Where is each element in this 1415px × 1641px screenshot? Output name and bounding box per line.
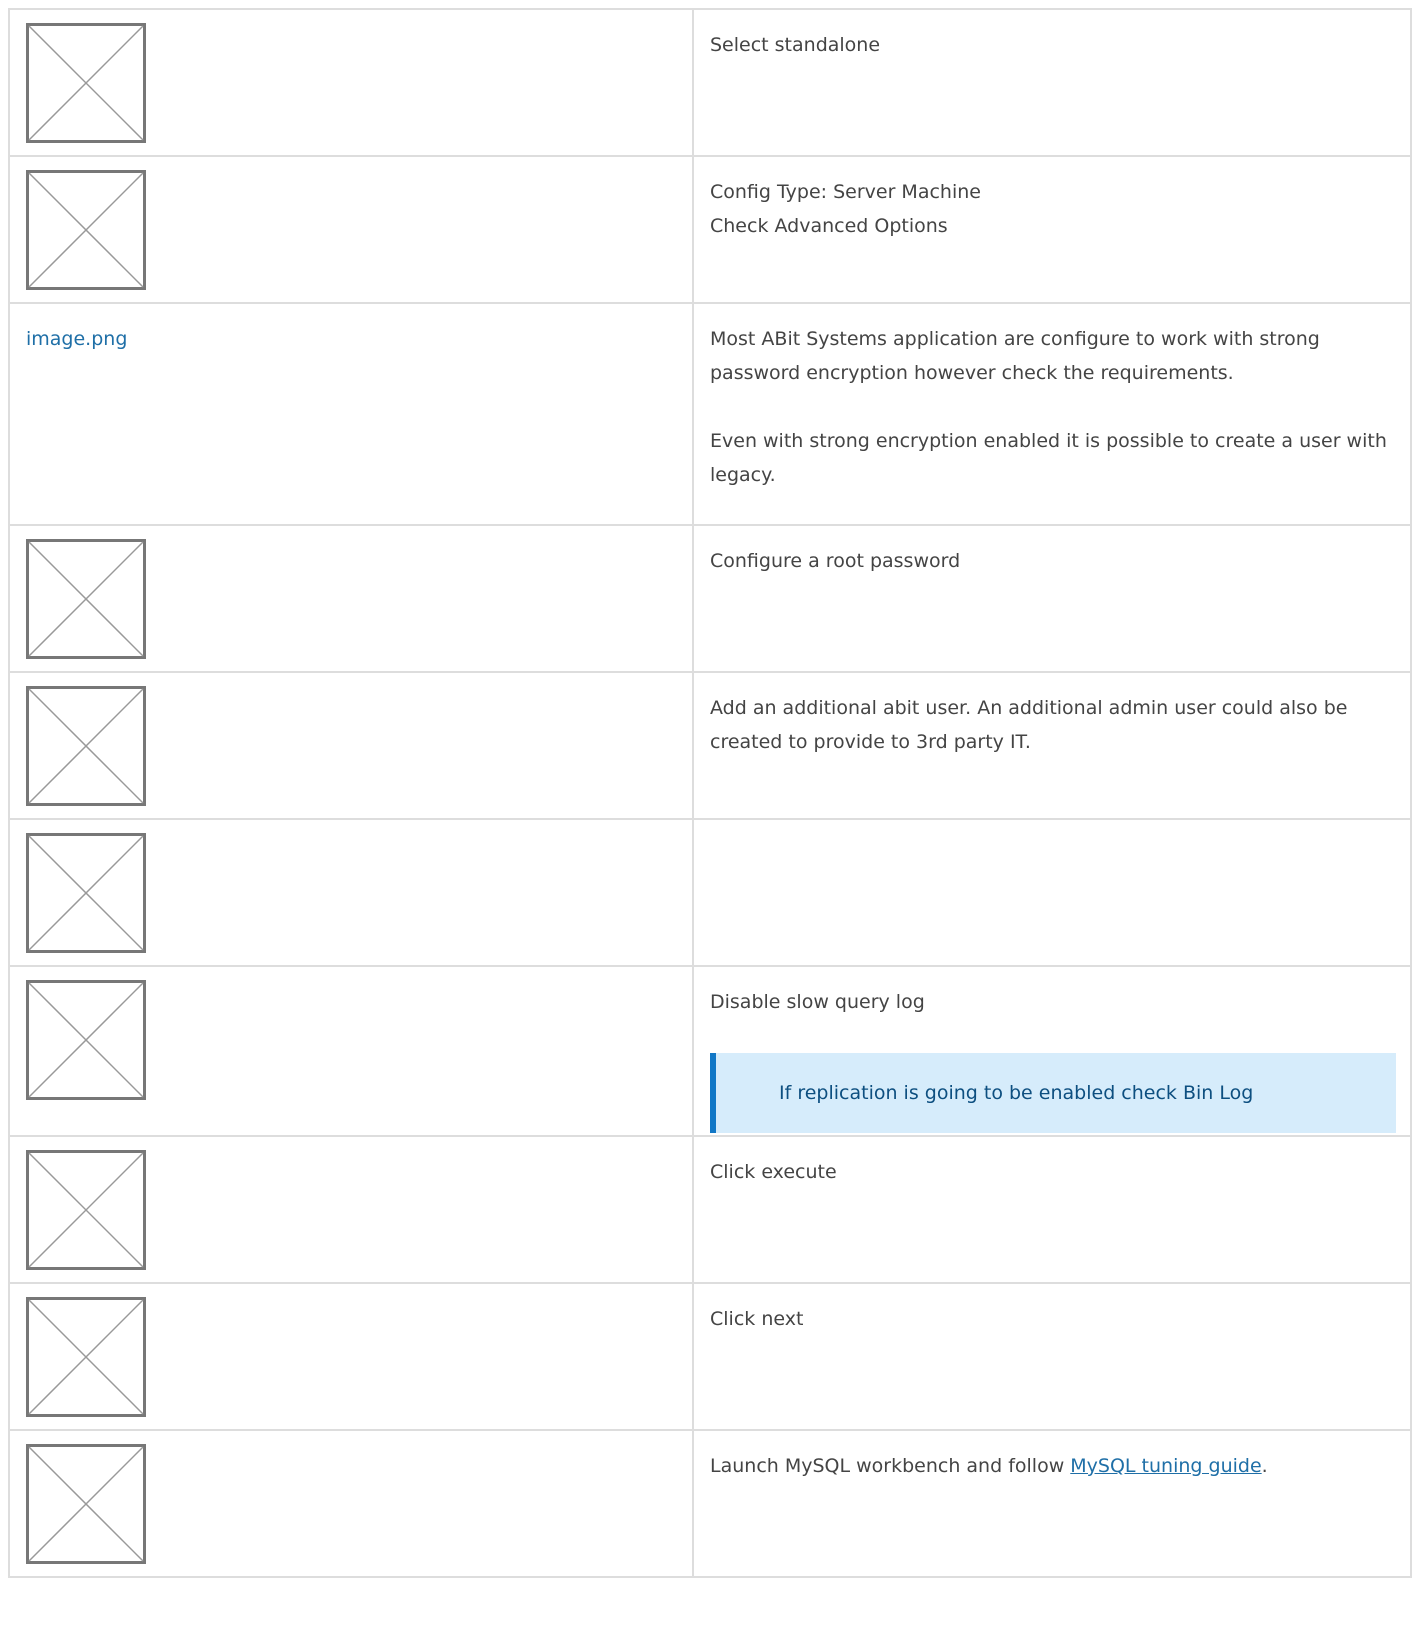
screenshot-cell bbox=[8, 671, 694, 820]
screenshot-cell: image.png bbox=[8, 302, 694, 526]
instruction-text: Check Advanced Options bbox=[710, 215, 948, 237]
instruction-cell: Select standalone bbox=[692, 8, 1412, 157]
instruction-cell: Click next bbox=[692, 1282, 1412, 1431]
instruction-text: Click next bbox=[710, 1308, 804, 1330]
broken-image-icon bbox=[26, 833, 146, 953]
page: Select standalone Config Type: Server Ma… bbox=[0, 0, 1415, 1641]
info-panel: If replication is going to be enabled ch… bbox=[710, 1053, 1396, 1133]
broken-image-icon bbox=[26, 686, 146, 806]
broken-image-icon bbox=[26, 1444, 146, 1564]
instruction-cell: Click execute bbox=[692, 1135, 1412, 1284]
table-row: Add an additional abit user. An addition… bbox=[8, 671, 1412, 820]
table-row bbox=[8, 818, 1412, 967]
instruction-text: Configure a root password bbox=[710, 550, 961, 572]
instruction-cell: Most ABit Systems application are config… bbox=[692, 302, 1412, 526]
instruction-cell bbox=[692, 818, 1412, 967]
broken-image-icon bbox=[26, 1150, 146, 1270]
instruction-text: Launch MySQL workbench and follow MySQL … bbox=[710, 1449, 1396, 1483]
broken-image-icon bbox=[26, 980, 146, 1100]
instruction-text: Add an additional abit user. An addition… bbox=[710, 697, 1348, 753]
instruction-text: Config Type: Server Machine bbox=[710, 181, 981, 203]
screenshot-cell bbox=[8, 1282, 694, 1431]
mysql-tuning-guide-link[interactable]: MySQL tuning guide bbox=[1070, 1455, 1261, 1477]
instruction-paragraph: Even with strong encryption enabled it i… bbox=[710, 430, 1387, 486]
instruction-cell: Disable slow query log If replication is… bbox=[692, 965, 1412, 1137]
image-file-link[interactable]: image.png bbox=[26, 322, 127, 356]
screenshot-cell bbox=[8, 1135, 694, 1284]
broken-image-icon bbox=[26, 539, 146, 659]
instruction-text: Disable slow query log bbox=[710, 991, 925, 1013]
broken-image-icon bbox=[26, 23, 146, 143]
table-row: Config Type: Server Machine Check Advanc… bbox=[8, 155, 1412, 304]
screenshot-cell bbox=[8, 524, 694, 673]
info-panel-text: If replication is going to be enabled ch… bbox=[779, 1082, 1254, 1104]
screenshot-cell bbox=[8, 818, 694, 967]
instruction-text-before: Launch MySQL workbench and follow bbox=[710, 1455, 1071, 1477]
instruction-cell: Config Type: Server Machine Check Advanc… bbox=[692, 155, 1412, 304]
screenshot-cell bbox=[8, 155, 694, 304]
screenshot-cell bbox=[8, 965, 694, 1137]
screenshot-cell bbox=[8, 8, 694, 157]
steps-table: Select standalone Config Type: Server Ma… bbox=[8, 8, 1412, 1578]
instruction-paragraph: Most ABit Systems application are config… bbox=[710, 328, 1320, 384]
table-row: Click next bbox=[8, 1282, 1412, 1431]
table-row: Select standalone bbox=[8, 8, 1412, 157]
table-row: Launch MySQL workbench and follow MySQL … bbox=[8, 1429, 1412, 1578]
broken-image-icon bbox=[26, 170, 146, 290]
broken-image-icon bbox=[26, 1297, 146, 1417]
instruction-cell: Configure a root password bbox=[692, 524, 1412, 673]
table-row: Click execute bbox=[8, 1135, 1412, 1284]
instruction-cell: Launch MySQL workbench and follow MySQL … bbox=[692, 1429, 1412, 1578]
instruction-text-after: . bbox=[1261, 1455, 1268, 1477]
instruction-cell: Add an additional abit user. An addition… bbox=[692, 671, 1412, 820]
instruction-text: Click execute bbox=[710, 1161, 837, 1183]
table-row: image.png Most ABit Systems application … bbox=[8, 302, 1412, 526]
screenshot-cell bbox=[8, 1429, 694, 1578]
table-row: Configure a root password bbox=[8, 524, 1412, 673]
table-row: Disable slow query log If replication is… bbox=[8, 965, 1412, 1137]
instruction-text: Select standalone bbox=[710, 34, 881, 56]
